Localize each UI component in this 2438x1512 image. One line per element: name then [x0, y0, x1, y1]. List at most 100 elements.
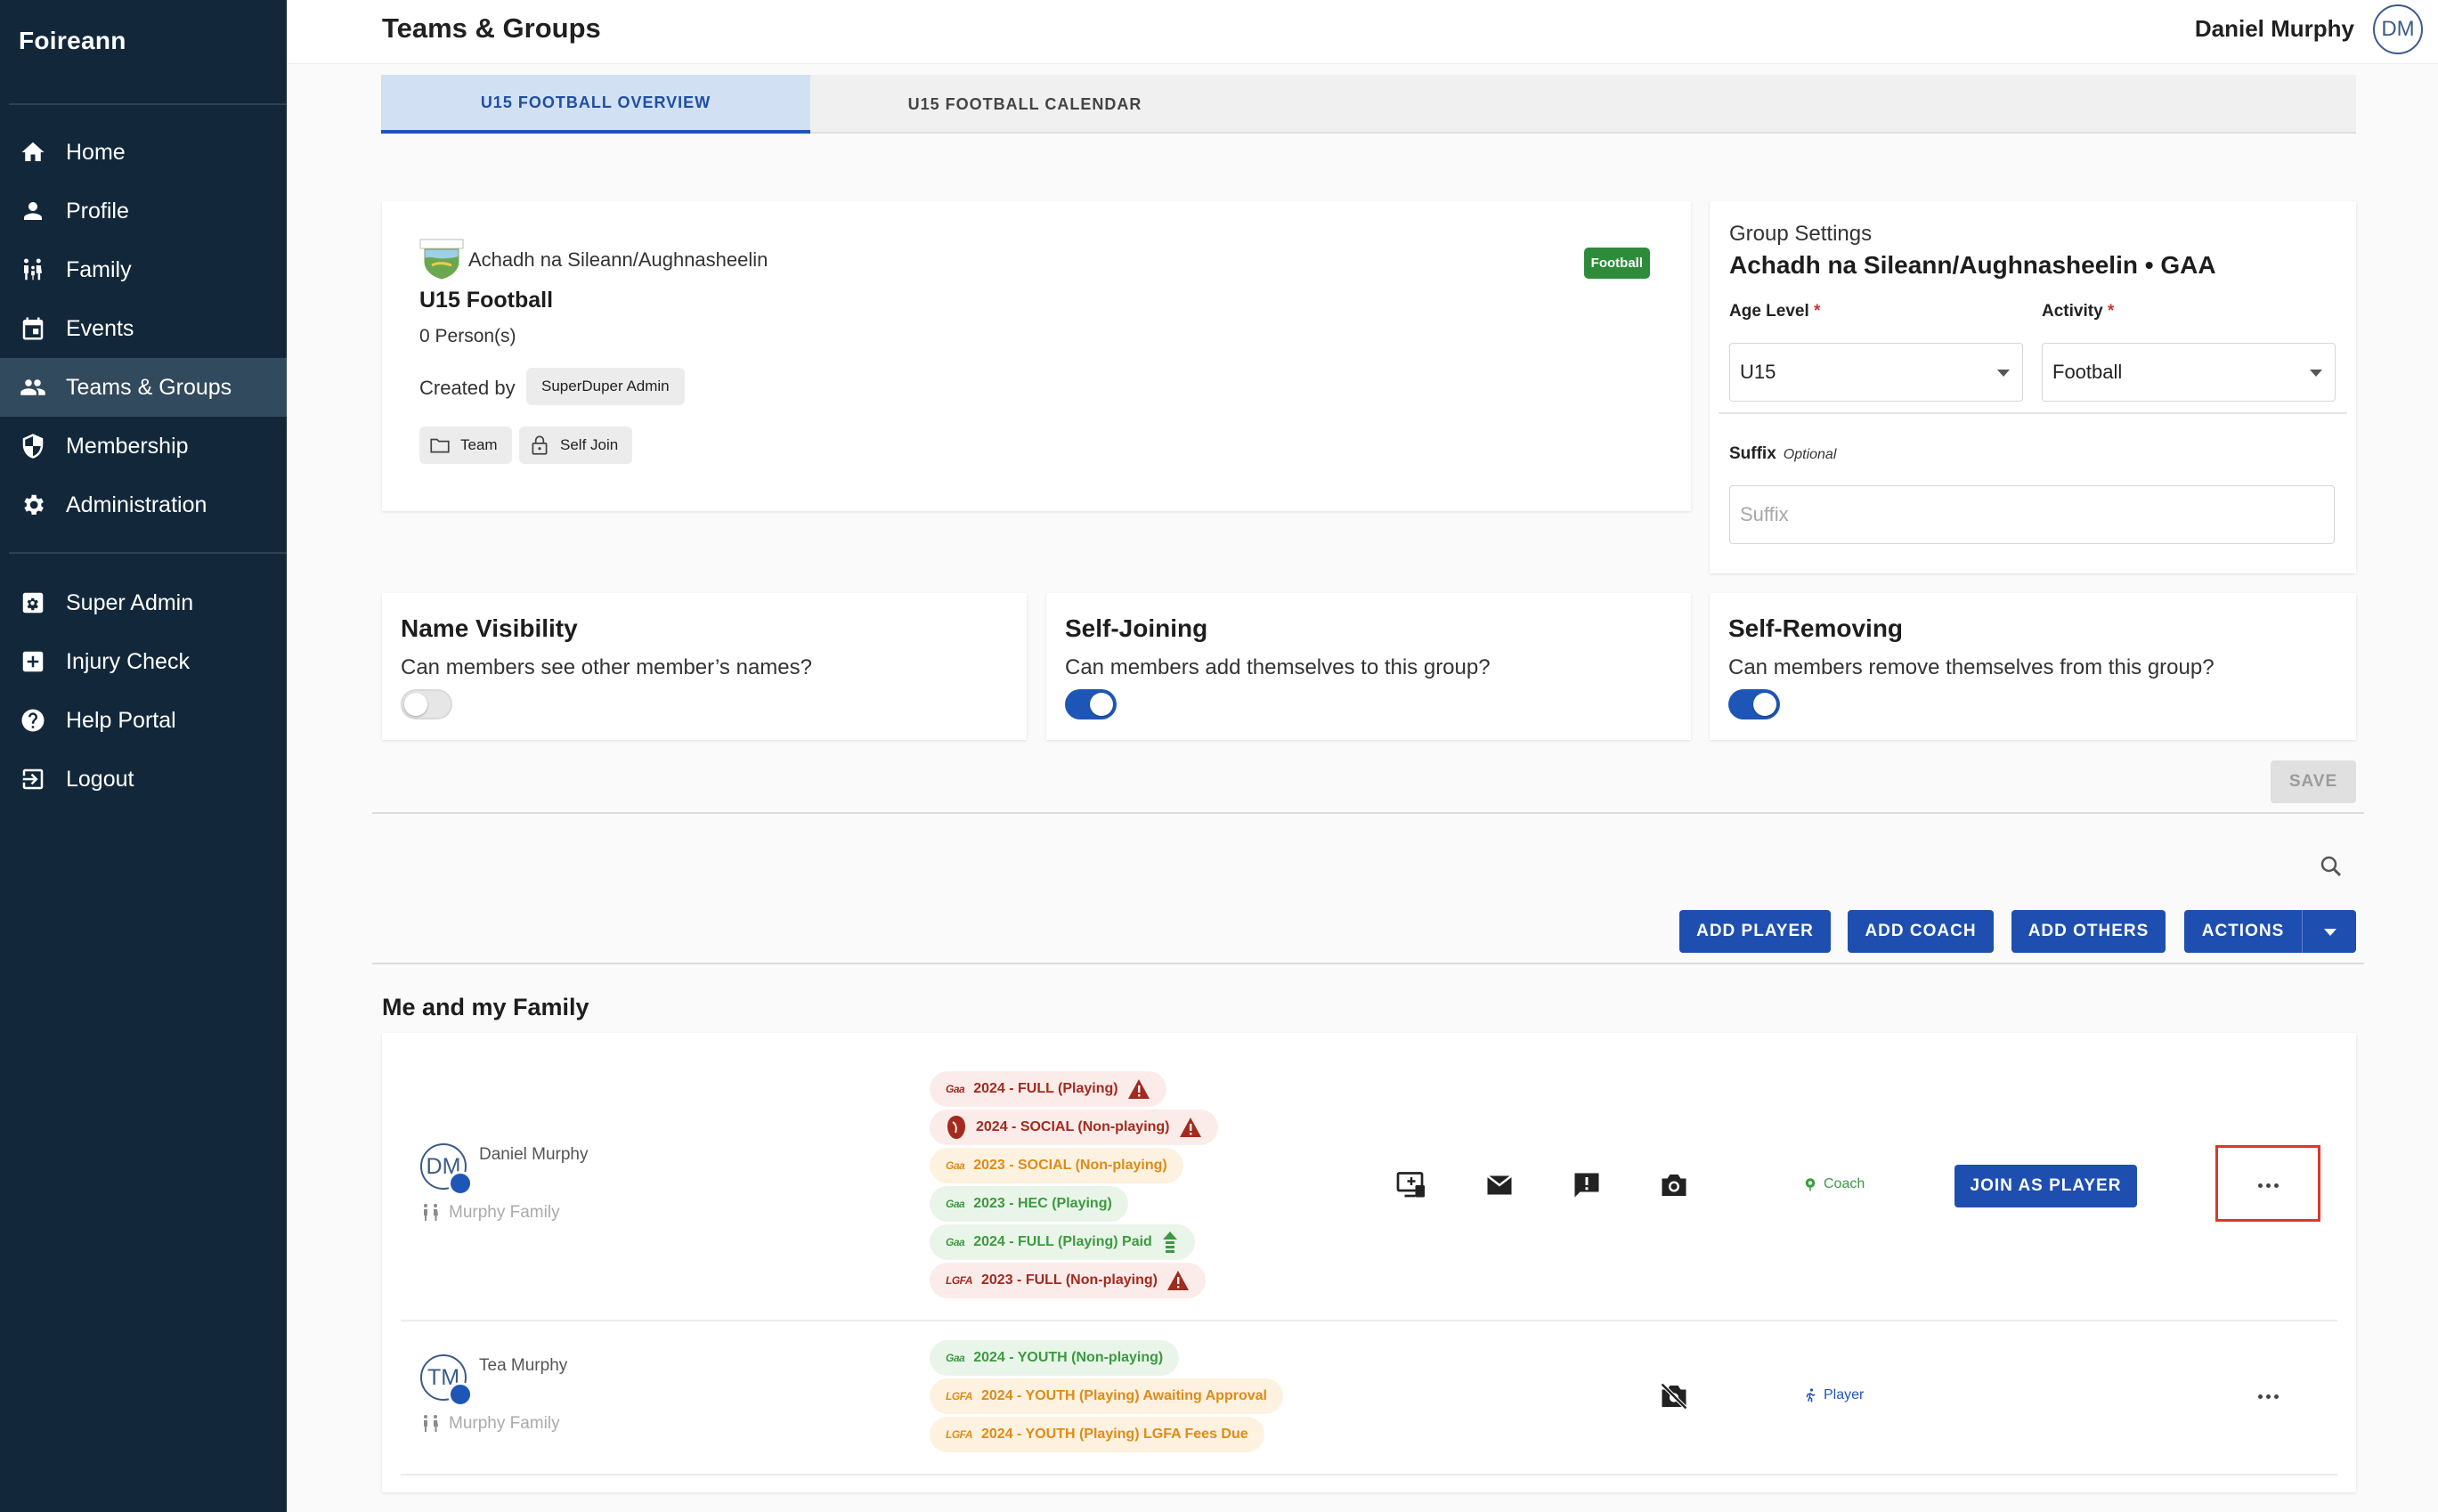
self-joining-card: Self-Joining Can members add themselves …	[1046, 593, 1691, 740]
family-icon	[424, 1415, 438, 1432]
no-photo-icon[interactable]	[1658, 1380, 1690, 1412]
chevron-down-icon	[1997, 370, 2010, 377]
gaa-logo-icon: Gaa	[946, 1198, 965, 1210]
activity-label: Activity *	[2042, 302, 2115, 321]
self-joining-toggle[interactable]	[1065, 689, 1117, 719]
remote-access-icon[interactable]	[1395, 1169, 1427, 1201]
self-removing-card: Self-Removing Can members remove themsel…	[1710, 593, 2356, 740]
membership-badge[interactable]: Gaa 2024 - FULL (Playing) Paid	[930, 1224, 1195, 1260]
membership-badge[interactable]: Gaa 2023 - SOCIAL (Non-playing)	[930, 1148, 1183, 1183]
membership-label: 2023 - HEC (Playing)	[973, 1196, 1112, 1211]
membership-label: 2024 - SOCIAL (Non-playing)	[976, 1119, 1170, 1134]
email-icon[interactable]	[1483, 1169, 1516, 1201]
group-name: U15 Football	[419, 288, 554, 313]
sidebar-item-teams-groups[interactable]: Teams & Groups	[0, 358, 287, 417]
upgrade-icon	[1162, 1232, 1177, 1253]
role-player: Player	[1802, 1387, 1864, 1403]
feedback-icon[interactable]	[1571, 1169, 1603, 1201]
suffix-input[interactable]: Suffix	[1729, 485, 2335, 544]
add-coach-button[interactable]: ADD COACH	[1848, 910, 1994, 953]
search-icon[interactable]	[2318, 853, 2345, 880]
sidebar-item-home[interactable]: Home	[0, 123, 287, 182]
actions-button[interactable]: ACTIONS	[2184, 910, 2302, 953]
self-join-chip: Self Join	[519, 427, 633, 464]
gaa-logo-icon: Gaa	[946, 1159, 965, 1172]
sidebar-item-logout[interactable]: Logout	[0, 750, 287, 809]
sidebar-item-events[interactable]: Events	[0, 299, 287, 358]
membership-badge[interactable]: Gaa 2024 - YOUTH (Non-playing)	[930, 1340, 1180, 1376]
sidebar-item-administration[interactable]: Administration	[0, 476, 287, 534]
chevron-down-icon	[2310, 370, 2322, 377]
add-others-button[interactable]: ADD OTHERS	[2011, 910, 2166, 953]
sidebar-item-label: Help Portal	[66, 707, 176, 733]
membership-label: 2024 - YOUTH (Non-playing)	[973, 1350, 1164, 1365]
activity-select[interactable]: Football	[2042, 343, 2336, 402]
lgfa-logo-icon: LGFA	[946, 1274, 973, 1287]
camera-icon[interactable]	[1658, 1169, 1690, 1201]
membership-badge[interactable]: Gaa 2024 - FULL (Playing)	[930, 1071, 1166, 1107]
toggle-question: Can members remove themselves from this …	[1728, 655, 2215, 679]
membership-label: 2024 - YOUTH (Playing) Awaiting Approval	[981, 1388, 1267, 1403]
membership-badge[interactable]: Gaa 2023 - HEC (Playing)	[930, 1186, 1128, 1222]
membership-badge[interactable]: LGFA 2023 - FULL (Non-playing)	[930, 1263, 1206, 1298]
sidebar-item-label: Events	[66, 315, 134, 341]
verified-shield-icon	[448, 1382, 473, 1407]
club-name: Achadh na Sileann/Aughnasheelin	[468, 248, 768, 271]
family-icon	[424, 1204, 438, 1221]
add-player-button[interactable]: ADD PLAYER	[1679, 910, 1831, 953]
club-crest-icon	[947, 1116, 965, 1139]
actions-dropdown-button[interactable]	[2302, 910, 2356, 953]
warning-icon	[1179, 1118, 1201, 1137]
section-divider	[372, 963, 2364, 964]
sidebar-item-profile[interactable]: Profile	[0, 182, 287, 240]
age-level-value: U15	[1740, 361, 1776, 383]
more-options-button[interactable]	[2241, 1378, 2295, 1414]
sidebar-item-family[interactable]: Family	[0, 240, 287, 299]
member-family-label: Murphy Family	[449, 1414, 560, 1433]
member-family: Murphy Family	[420, 1413, 560, 1435]
team-chip: Team	[419, 427, 512, 464]
self-removing-toggle[interactable]	[1728, 689, 1780, 719]
sidebar-item-label: Logout	[66, 766, 134, 792]
tab-overview[interactable]: U15 FOOTBALL OVERVIEW	[381, 75, 810, 134]
membership-label: 2023 - FULL (Non-playing)	[981, 1272, 1158, 1288]
user-name[interactable]: Daniel Murphy	[2195, 15, 2354, 43]
tab-calendar[interactable]: U15 FOOTBALL CALENDAR	[810, 75, 1239, 134]
name-visibility-card: Name Visibility Can members see other me…	[382, 593, 1027, 740]
avatar[interactable]: DM	[2373, 4, 2423, 54]
activity-value: Football	[2052, 361, 2123, 383]
family-members-card	[382, 1033, 2356, 1492]
app-brand: Foireann	[19, 27, 126, 54]
sidebar-item-membership[interactable]: Membership	[0, 417, 287, 476]
name-visibility-toggle[interactable]	[401, 689, 452, 719]
membership-badge[interactable]: LGFA 2024 - YOUTH (Playing) Awaiting Appr…	[930, 1378, 1283, 1414]
gaa-logo-icon: Gaa	[946, 1083, 965, 1095]
top-bar: Teams & Groups Daniel Murphy DM	[287, 0, 2438, 64]
membership-badge[interactable]: LGFA 2024 - YOUTH (Playing) LGFA Fees Due	[930, 1417, 1264, 1452]
member-name[interactable]: Daniel Murphy	[479, 1145, 589, 1165]
sidebar-item-label: Home	[66, 139, 126, 165]
sidebar-item-label: Membership	[66, 433, 189, 459]
membership-badge[interactable]: 2024 - SOCIAL (Non-playing)	[930, 1110, 1218, 1145]
created-by-chip: SuperDuper Admin	[526, 368, 685, 405]
save-button[interactable]: SAVE	[2271, 760, 2356, 803]
sidebar-divider	[9, 103, 287, 105]
highlight-box	[2215, 1145, 2320, 1222]
member-name[interactable]: Tea Murphy	[479, 1356, 567, 1376]
sidebar-item-help-portal[interactable]: Help Portal	[0, 691, 287, 750]
club-crest-icon	[419, 239, 464, 280]
group-settings-club: Achadh na Sileann/Aughnasheelin • GAA	[1729, 251, 2216, 279]
join-as-player-button[interactable]: JOIN AS PLAYER	[1954, 1165, 2137, 1207]
sidebar: Foireann Home Profile Family Events Team…	[0, 0, 287, 1512]
sidebar-item-injury-check[interactable]: Injury Check	[0, 632, 287, 691]
group-info-card: Achadh na Sileann/Aughnasheelin U15 Foot…	[382, 201, 1691, 511]
row-divider	[401, 1320, 2337, 1321]
lgfa-logo-icon: LGFA	[946, 1428, 973, 1441]
running-icon	[1806, 1388, 1816, 1402]
age-level-select[interactable]: U15	[1729, 343, 2023, 402]
sidebar-item-label: Profile	[66, 198, 129, 224]
toggle-question: Can members see other member’s names?	[401, 655, 812, 679]
sidebar-item-super-admin[interactable]: Super Admin	[0, 573, 287, 632]
folder-icon	[430, 438, 450, 453]
row-divider	[401, 1474, 2337, 1475]
